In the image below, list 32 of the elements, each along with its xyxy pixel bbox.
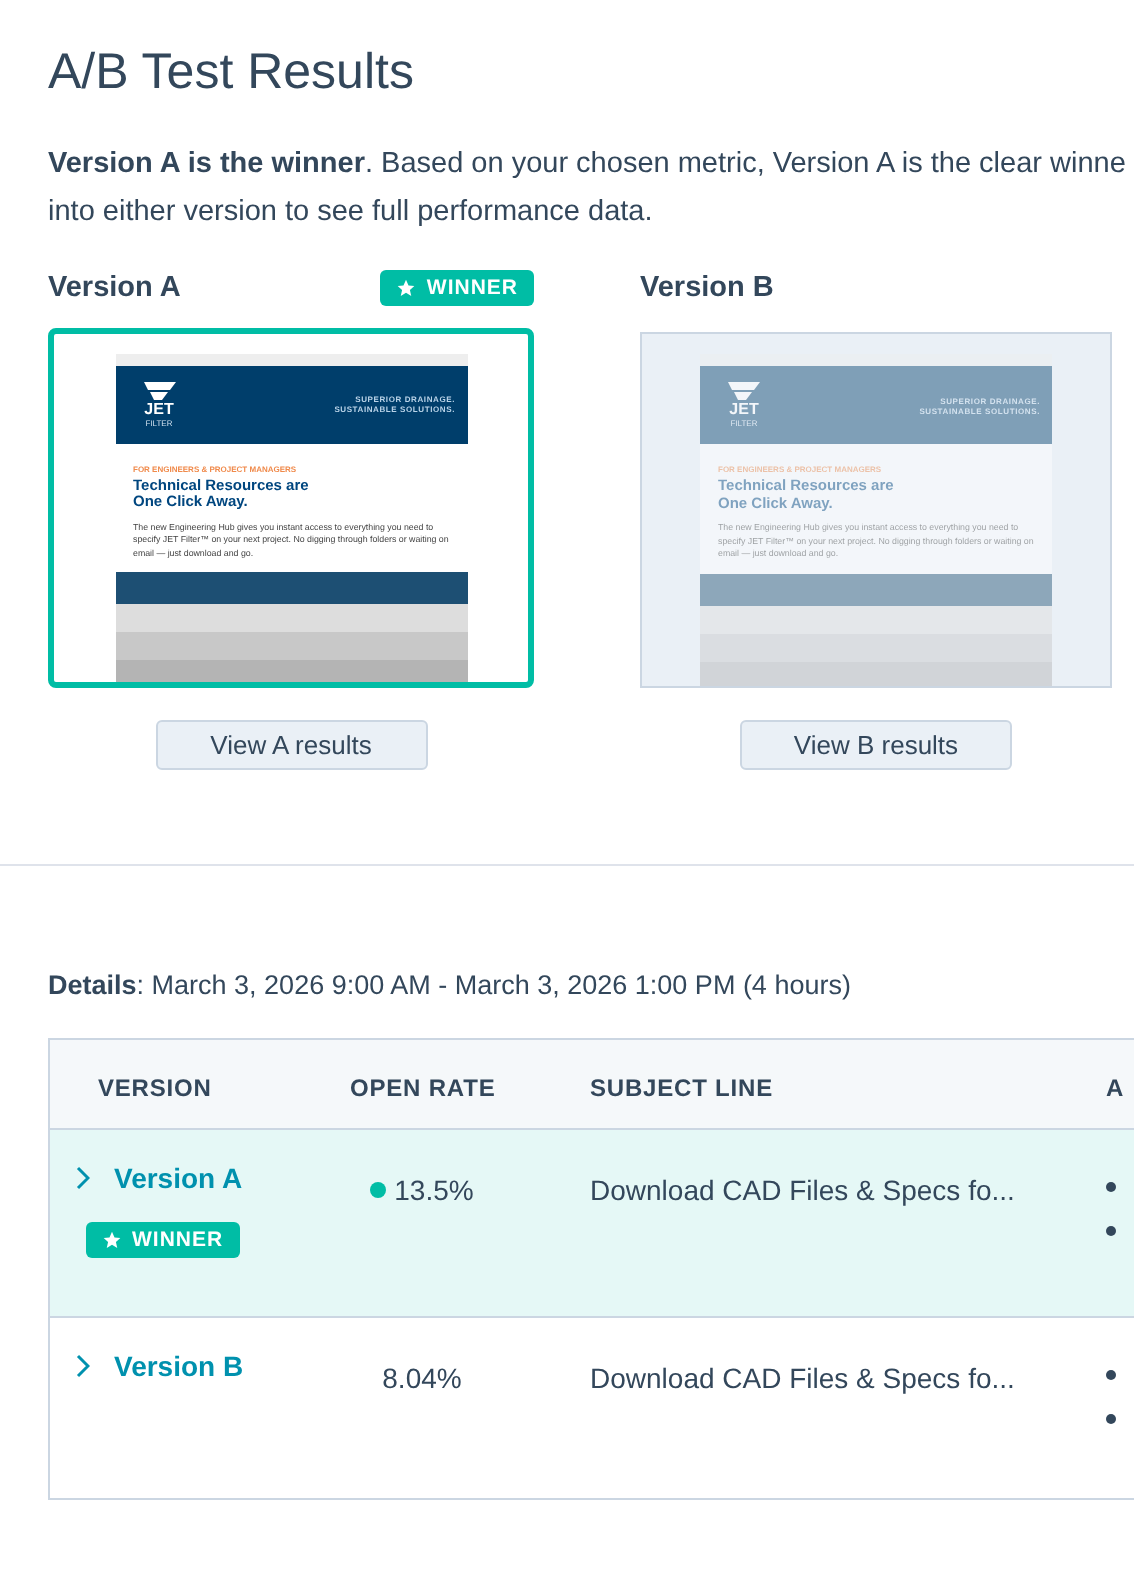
chevron-icon[interactable] [74,1354,90,1378]
column-header: A [1104,1072,1127,1106]
chevron-icon[interactable] [74,1166,90,1190]
open-rate: 13.5% [370,1174,474,1206]
page-title: A/B Test Results [48,44,416,102]
version-label: Version A [48,272,181,304]
intro-text: Version A is the winner. Based on your chosen metric, Version A is the clear winne [48,146,1128,184]
bullet-icon [1106,1226,1116,1236]
logo-text: JET [729,402,759,419]
view-results-button[interactable]: View A results [155,720,427,770]
bullet-icon [1106,1414,1116,1424]
subject-line: Download CAD Files & Specs fo... [590,1174,1015,1206]
view-results-button[interactable]: View B results [740,720,1012,770]
winner-badge: WINNER [380,270,534,306]
column-header: VERSION [96,1072,214,1106]
intro-text: into either version to see full performance data. [48,194,655,232]
logo-icon [728,382,760,403]
version-link[interactable]: Version B [114,1350,244,1382]
open-rate: 8.04% [382,1362,462,1394]
version-label: Version B [640,272,774,304]
star-icon [102,1230,122,1250]
logo-text: JET [144,401,174,418]
star-icon [396,278,417,298]
column-header: OPEN RATE [348,1072,498,1106]
winner-badge: WINNER [86,1222,240,1258]
bullet-icon [1106,1370,1116,1380]
bullet-icon [1106,1182,1116,1192]
logo-icon [143,381,175,402]
subject-line: Download CAD Files & Specs fo... [590,1362,1015,1394]
column-header: SUBJECT LINE [588,1072,775,1106]
email-preview[interactable] [48,328,534,688]
details-text: Details: March 3, 2026 9:00 AM - March 3, 2026 1:00 PM (4 hours) [48,970,853,1000]
